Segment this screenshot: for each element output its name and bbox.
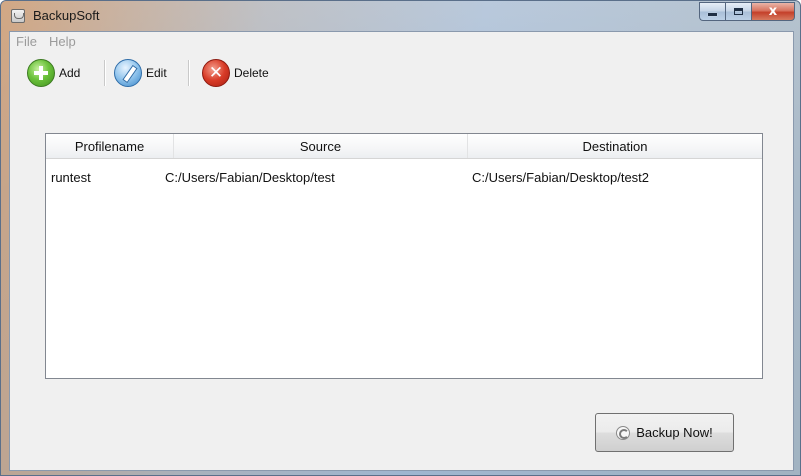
maximize-button[interactable] — [725, 2, 751, 21]
client-area: File Help Add Edit ✕ Delete Profilename … — [9, 31, 794, 471]
column-header-destination[interactable]: Destination — [468, 134, 762, 158]
toolbar: Add Edit ✕ Delete — [10, 52, 793, 94]
backup-now-button[interactable]: Backup Now! — [595, 413, 734, 452]
menu-file[interactable]: File — [16, 34, 37, 49]
close-button[interactable]: x — [751, 2, 795, 21]
profiles-table[interactable]: Profilename Source Destination runtest C… — [45, 133, 763, 379]
cell-profilename: runtest — [51, 170, 91, 185]
delete-button[interactable]: ✕ Delete — [202, 58, 269, 88]
delete-icon: ✕ — [202, 59, 230, 87]
delete-label: Delete — [234, 66, 269, 80]
toolbar-separator — [104, 60, 105, 86]
backup-now-label: Backup Now! — [636, 425, 713, 440]
menu-help[interactable]: Help — [49, 34, 76, 49]
close-icon: x — [768, 4, 778, 19]
add-label: Add — [59, 66, 81, 80]
edit-label: Edit — [146, 66, 167, 80]
add-button[interactable]: Add — [27, 58, 80, 88]
minimize-button[interactable] — [699, 2, 725, 21]
menu-bar: File Help — [10, 32, 793, 52]
title-bar[interactable]: BackupSoft x — [1, 1, 800, 31]
caption-buttons: x — [699, 2, 795, 21]
maximize-icon — [734, 8, 743, 15]
refresh-icon — [616, 425, 631, 440]
edit-button[interactable]: Edit — [114, 58, 167, 88]
column-header-source[interactable]: Source — [174, 134, 468, 158]
table-header: Profilename Source Destination — [46, 134, 762, 159]
edit-icon — [114, 59, 142, 87]
toolbar-separator — [188, 60, 189, 86]
app-window: BackupSoft x File Help Add Edit ✕ Delete… — [0, 0, 801, 476]
cell-destination: C:/Users/Fabian/Desktop/test2 — [472, 170, 650, 185]
column-header-profilename[interactable]: Profilename — [46, 134, 174, 158]
cell-source: C:/Users/Fabian/Desktop/test — [165, 170, 335, 185]
minimize-icon — [708, 13, 717, 16]
window-title: BackupSoft — [33, 8, 100, 23]
add-icon — [27, 59, 55, 87]
app-icon[interactable] — [11, 9, 25, 23]
